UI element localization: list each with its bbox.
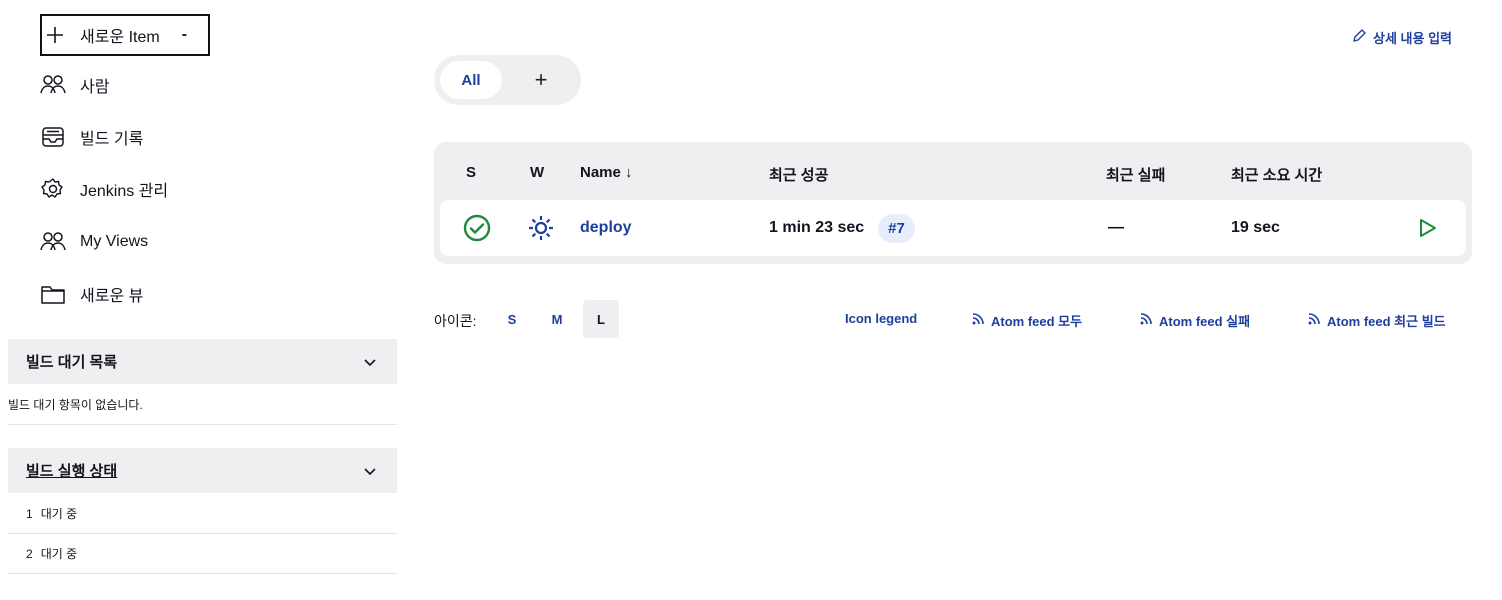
table-row: deploy 1 min 23 sec #7 — 19 sec <box>440 200 1466 256</box>
inbox-icon <box>40 124 66 150</box>
executor-status: 대기 중 <box>40 547 78 561</box>
atom-feed-all-label: Atom feed 모두 <box>991 314 1083 329</box>
sidebar-item-build-history[interactable]: 빌드 기록 <box>40 120 143 154</box>
plus-icon <box>42 22 68 48</box>
chevron-down-icon[interactable] <box>363 464 377 478</box>
chevron-down-icon[interactable] <box>363 355 377 369</box>
jobs-table: S W Name ↓ 최근 성공 최근 실패 최근 소요 시간 deploy 1… <box>434 142 1472 264</box>
last-failure-cell: — <box>1108 200 1124 256</box>
add-view-tab[interactable]: + <box>526 65 556 95</box>
sidebar-item-new-view[interactable]: 새로운 뷰 <box>40 277 143 311</box>
atom-feed-latest-link[interactable]: Atom feed 최근 빌드 <box>1307 311 1446 330</box>
icon-size-label: 아이콘: <box>434 313 477 329</box>
executor-status: 대기 중 <box>40 507 78 521</box>
sidebar-item-label: 사람 <box>80 79 110 96</box>
folder-icon <box>40 281 66 307</box>
build-number-badge[interactable]: #7 <box>878 213 915 243</box>
icon-legend-label: Icon legend <box>845 311 918 326</box>
job-name[interactable]: deploy <box>580 219 632 237</box>
icon-size-l[interactable]: L <box>583 300 619 338</box>
last-success-time: 1 min 23 sec <box>769 219 865 236</box>
rss-icon <box>971 312 985 329</box>
build-queue-empty-text: 빌드 대기 항목이 없습니다. <box>8 398 143 412</box>
last-duration-value: 19 sec <box>1231 219 1280 236</box>
rss-icon <box>1307 312 1321 329</box>
pencil-icon <box>1351 28 1367 47</box>
gear-icon <box>40 176 66 202</box>
icon-size-m[interactable]: M <box>539 300 575 338</box>
success-check-icon <box>462 200 492 256</box>
atom-feed-failed-link[interactable]: Atom feed 실패 <box>1139 311 1250 330</box>
sidebar-item-label: 새로운 뷰 <box>80 288 144 305</box>
rss-icon <box>1139 312 1153 329</box>
icon-legend-link[interactable]: Icon legend <box>845 311 917 326</box>
last-duration-cell: 19 sec <box>1231 200 1280 256</box>
atom-feed-all-link[interactable]: Atom feed 모두 <box>971 311 1082 330</box>
executor-row: 2 대기 중 <box>8 534 397 574</box>
executor-row: 1 대기 중 <box>8 494 397 534</box>
tab-all[interactable]: All <box>440 61 502 99</box>
people-icon <box>40 72 66 98</box>
people-icon <box>40 229 66 255</box>
column-header-status[interactable]: S <box>466 164 476 181</box>
icon-size-s[interactable]: S <box>494 300 530 338</box>
sidebar-item-label: 빌드 기록 <box>80 131 144 148</box>
sidebar-item-people[interactable]: 사람 <box>40 68 109 102</box>
executors-header[interactable]: 빌드 실행 상태 <box>8 448 397 493</box>
sunny-icon <box>526 200 556 256</box>
sidebar-item-label: My Views <box>80 233 149 250</box>
atom-feed-failed-label: Atom feed 실패 <box>1159 314 1251 329</box>
build-queue-empty: 빌드 대기 항목이 없습니다. <box>8 385 397 425</box>
build-queue-title: 빌드 대기 목록 <box>26 354 118 371</box>
play-icon[interactable] <box>1416 200 1438 256</box>
build-queue-header[interactable]: 빌드 대기 목록 <box>8 339 397 384</box>
column-header-weather[interactable]: W <box>530 164 544 181</box>
sidebar-item-my-views[interactable]: My Views <box>40 225 148 259</box>
new-item-caret: - <box>181 26 188 43</box>
new-item-button[interactable]: 새로운 Item - <box>40 14 210 56</box>
executor-number: 2 <box>26 546 33 561</box>
new-item-label: 새로운 Item <box>80 29 160 46</box>
column-header-name[interactable]: Name ↓ <box>580 164 633 181</box>
job-link-deploy[interactable]: deploy <box>580 200 632 256</box>
sidebar-item-label: Jenkins 관리 <box>80 183 169 200</box>
sidebar-item-manage-jenkins[interactable]: Jenkins 관리 <box>40 172 168 206</box>
executors-title[interactable]: 빌드 실행 상태 <box>26 460 117 481</box>
column-header-last-duration[interactable]: 최근 소요 시간 <box>1231 164 1322 185</box>
column-header-last-failure[interactable]: 최근 실패 <box>1106 164 1165 185</box>
sidebar: 새로운 Item - 사람 빌드 기록 Jenkins 관리 My Views … <box>0 0 397 600</box>
executor-number: 1 <box>26 506 33 521</box>
column-header-last-success[interactable]: 최근 성공 <box>769 164 828 185</box>
last-success-cell: 1 min 23 sec #7 <box>769 200 915 256</box>
edit-description-link[interactable]: 상세 내용 입력 <box>1351 28 1452 47</box>
view-tabs: All + <box>434 55 581 105</box>
atom-feed-latest-label: Atom feed 최근 빌드 <box>1327 314 1446 329</box>
last-failure-value: — <box>1108 219 1124 236</box>
icon-size-bar: 아이콘: S M L Icon legend Atom feed 모두 Atom… <box>434 300 1454 338</box>
edit-description-label: 상세 내용 입력 <box>1373 31 1452 46</box>
